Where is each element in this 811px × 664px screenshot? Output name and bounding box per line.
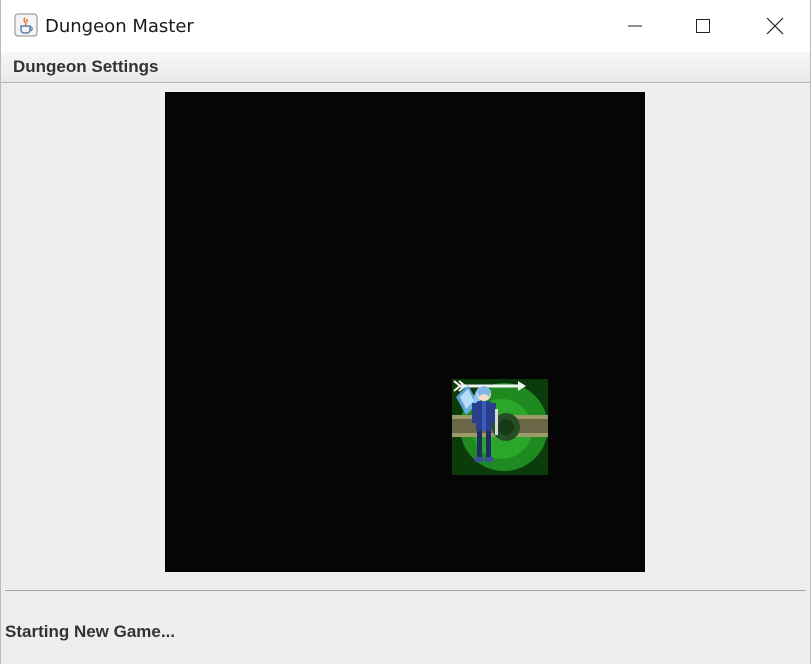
menu-bar: Dungeon Settings [1,52,810,83]
player-tile [452,379,548,475]
dungeon-board[interactable] [165,92,645,572]
menu-dungeon-settings[interactable]: Dungeon Settings [13,57,158,77]
close-icon [766,17,783,35]
status-label: Starting New Game... [5,622,176,641]
close-button[interactable] [739,0,810,52]
title-bar[interactable]: Dungeon Master [1,0,810,52]
window-title: Dungeon Master [45,16,194,37]
game-panel [5,85,806,591]
app-window: Dungeon Master Dungeon Settings Starting… [0,0,811,664]
java-coffee-cup-icon [14,13,38,37]
minimize-button[interactable] [601,0,669,52]
minimize-icon [628,25,642,27]
maximize-icon [696,19,710,33]
maximize-button[interactable] [669,0,737,52]
